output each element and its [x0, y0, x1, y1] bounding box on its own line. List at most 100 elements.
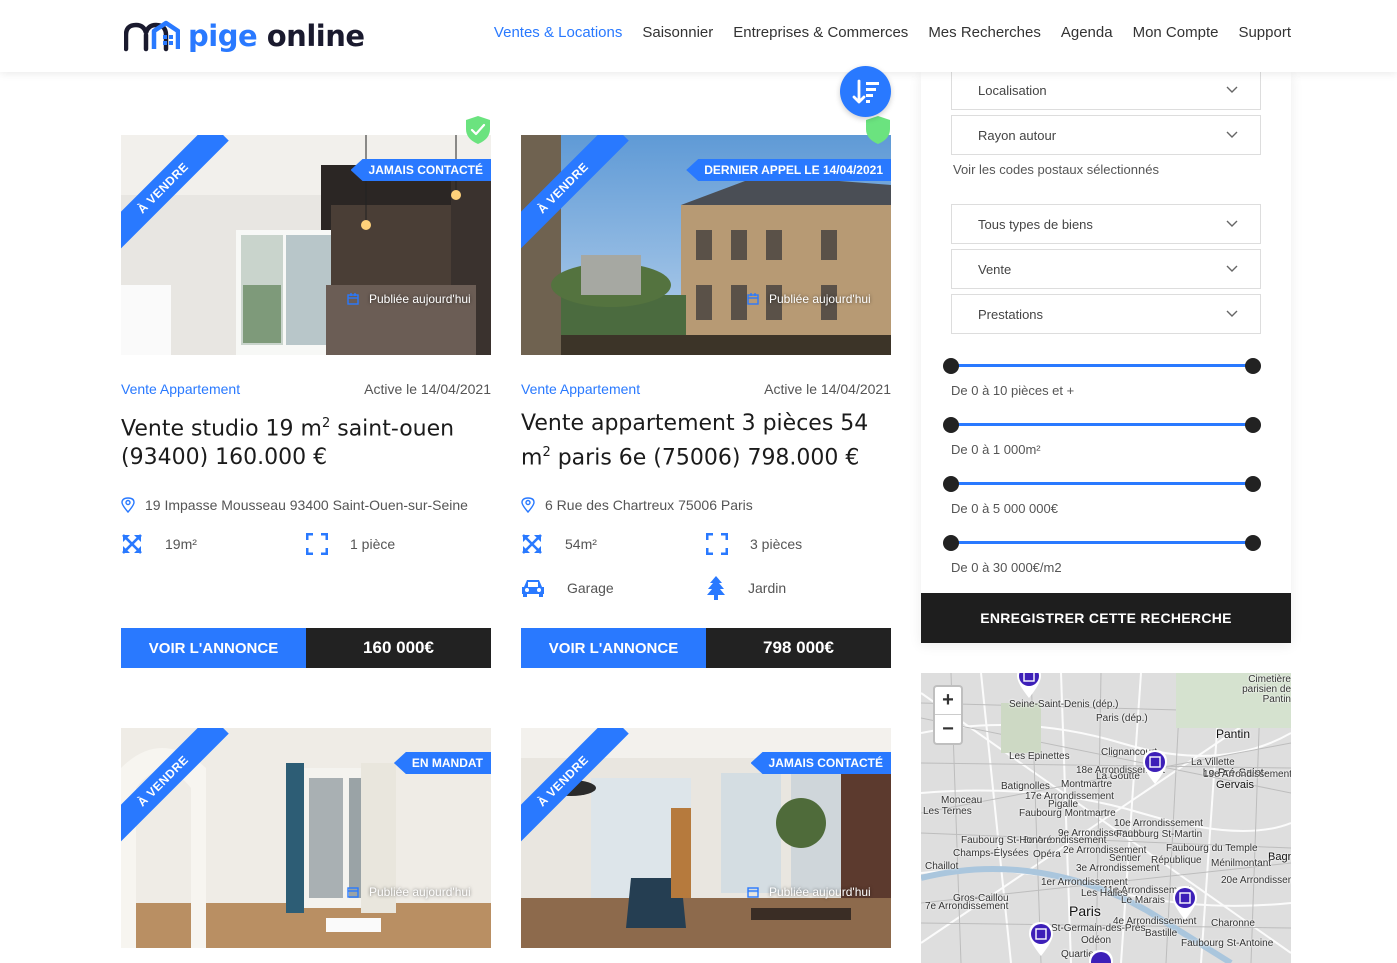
slider-min-handle[interactable] — [943, 535, 959, 551]
slider-track — [951, 364, 1253, 367]
listing-photo[interactable]: À VENDRE JAMAIS CONTACTÉ Publiée aujourd… — [121, 135, 491, 355]
published-label: Publiée aujourd'hui — [769, 885, 871, 899]
radius-select[interactable]: Rayon autour — [951, 115, 1261, 155]
price-per-m2-range-label: De 0 à 30 000€/m2 — [951, 560, 1062, 575]
map-label: La Villette — [1191, 757, 1235, 768]
map-label: Faubourg du Temple — [1166, 843, 1258, 854]
logo[interactable]: pige online — [124, 16, 365, 56]
calendar-icon — [747, 293, 759, 305]
nav-support[interactable]: Support — [1238, 24, 1291, 41]
slider-max-handle[interactable] — [1245, 358, 1261, 374]
map-label: Bagnol — [1268, 851, 1291, 863]
listing-photo[interactable]: À VENDRE JAMAIS CONTACTÉ Publiée aujourd… — [521, 728, 891, 948]
map-zoom-control: + − — [933, 685, 963, 745]
listing-active-date: Active le 14/04/2021 — [764, 381, 891, 397]
nav-mes-recherches[interactable]: Mes Recherches — [928, 24, 1041, 41]
property-marker-icon[interactable] — [1141, 749, 1169, 785]
surface-range-slider[interactable] — [943, 415, 1261, 435]
surface-feature: 54m² — [521, 533, 597, 555]
listing-type[interactable]: Vente Appartement — [121, 381, 240, 397]
nav-agenda[interactable]: Agenda — [1061, 24, 1113, 41]
published-date: Publiée aujourd'hui — [347, 292, 471, 306]
services-select[interactable]: Prestations — [951, 294, 1261, 334]
zoom-in-button[interactable]: + — [935, 687, 961, 715]
listing-photo[interactable]: À VENDRE EN MANDAT Publiée aujourd'hui — [121, 728, 491, 948]
map-label: Les Halles — [1081, 888, 1128, 899]
postal-codes-link[interactable]: Voir les codes postaux sélectionnés — [953, 162, 1159, 177]
property-type-select[interactable]: Tous types de biens — [951, 204, 1261, 244]
map-label: 3e Arrondissement — [1076, 863, 1160, 874]
price-range-slider[interactable] — [943, 474, 1261, 494]
map-label: Faubourg Montmartre — [1019, 808, 1116, 819]
nav-mon-compte[interactable]: Mon Compte — [1133, 24, 1219, 41]
slider-min-handle[interactable] — [943, 358, 959, 374]
slider-min-handle[interactable] — [943, 417, 959, 433]
nav-entreprises-commerces[interactable]: Entreprises & Commerces — [733, 24, 908, 41]
listing-photo[interactable]: À VENDRE DERNIER APPEL LE 14/04/2021 Pub… — [521, 135, 891, 355]
calendar-icon — [347, 887, 359, 898]
map-label: Charonne — [1211, 918, 1255, 929]
map-label: 7e Arrondissement — [925, 901, 1009, 912]
transaction-select[interactable]: Vente — [951, 249, 1261, 289]
map-label: Chaillot — [925, 861, 959, 872]
rooms-feature: 3 pièces — [706, 533, 802, 555]
property-marker-icon[interactable] — [1027, 921, 1055, 957]
map-label: 20e Arrondissement — [1221, 875, 1291, 886]
location-pin-icon — [521, 497, 535, 513]
property-marker-icon[interactable] — [1015, 673, 1043, 699]
zoom-out-button[interactable]: − — [935, 715, 961, 743]
rooms-range-slider[interactable] — [943, 356, 1261, 376]
map-label: Monceau — [941, 795, 983, 806]
price-per-m2-range-slider[interactable] — [943, 533, 1261, 553]
chevron-down-icon — [1226, 131, 1238, 138]
map-label: Faubourg St-Martin — [1116, 829, 1203, 840]
nav-saisonnier[interactable]: Saisonnier — [642, 24, 713, 41]
map-label: 17e Arrondissement — [1025, 791, 1114, 802]
map-label: Faubourg St-Honoré — [961, 835, 1053, 846]
property-marker-icon[interactable] — [1087, 949, 1115, 963]
map-label: Paris (dép.) — [1096, 713, 1148, 724]
sort-descending-icon — [852, 79, 879, 103]
map-label: Les Epinettes — [1009, 751, 1070, 762]
garage-feature: Garage — [521, 578, 614, 598]
map-label: Opéra — [1033, 849, 1061, 860]
slider-track — [951, 541, 1253, 544]
rooms-feature: 1 pièce — [306, 533, 395, 555]
slider-min-handle[interactable] — [943, 476, 959, 492]
listing-type[interactable]: Vente Appartement — [521, 381, 640, 397]
listing-card: À VENDRE EN MANDAT Publiée aujourd'hui — [121, 728, 491, 963]
map-label: Pantin — [1216, 727, 1251, 741]
listing-meta: Vente Appartement Active le 14/04/2021 — [521, 381, 891, 397]
localisation-select[interactable]: Localisation — [951, 70, 1261, 110]
slider-max-handle[interactable] — [1245, 535, 1261, 551]
view-listing-button[interactable]: VOIR L'ANNONCE — [121, 628, 306, 668]
listing-title[interactable]: Vente appartement 3 pièces 54 m2 paris 6… — [521, 409, 891, 472]
slider-max-handle[interactable] — [1245, 417, 1261, 433]
listing-active-date: Active le 14/04/2021 — [364, 381, 491, 397]
map-label: Les Ternes — [923, 806, 972, 817]
contact-status-badge: JAMAIS CONTACTÉ — [350, 159, 491, 181]
verified-shield-icon — [866, 116, 890, 144]
slider-max-handle[interactable] — [1245, 476, 1261, 492]
sort-button[interactable] — [840, 66, 891, 117]
surface-feature: 19m² — [121, 533, 197, 555]
map-label: Ménilmontant — [1211, 858, 1272, 869]
chevron-down-icon — [1226, 310, 1238, 317]
contact-status-badge: DERNIER APPEL LE 14/04/2021 — [686, 159, 891, 181]
listing-title[interactable]: Vente studio 19 m2 saint-ouen (93400) 16… — [121, 409, 491, 472]
listings-map[interactable]: + − Seine-Saint-Denis (dép.) Paris (dép.… — [921, 673, 1291, 963]
property-marker-icon[interactable] — [1171, 885, 1199, 921]
search-filters-panel: Localisation Rayon autour Voir les codes… — [921, 70, 1291, 643]
map-label: Paris — [1069, 903, 1101, 919]
calendar-icon — [747, 887, 759, 898]
map-label: Champs-Élysées — [953, 848, 1029, 859]
price-button[interactable]: 160 000€ — [306, 628, 491, 668]
save-search-button[interactable]: ENREGISTRER CETTE RECHERCHE — [921, 593, 1291, 643]
price-button[interactable]: 798 000€ — [706, 628, 891, 668]
expand-arrows-icon — [522, 534, 542, 554]
published-label: Publiée aujourd'hui — [769, 292, 871, 306]
view-listing-button[interactable]: VOIR L'ANNONCE — [521, 628, 706, 668]
map-label: Bastille — [1145, 928, 1178, 939]
nav-ventes-locations[interactable]: Ventes & Locations — [494, 24, 622, 41]
rooms-frame-icon — [706, 533, 728, 555]
